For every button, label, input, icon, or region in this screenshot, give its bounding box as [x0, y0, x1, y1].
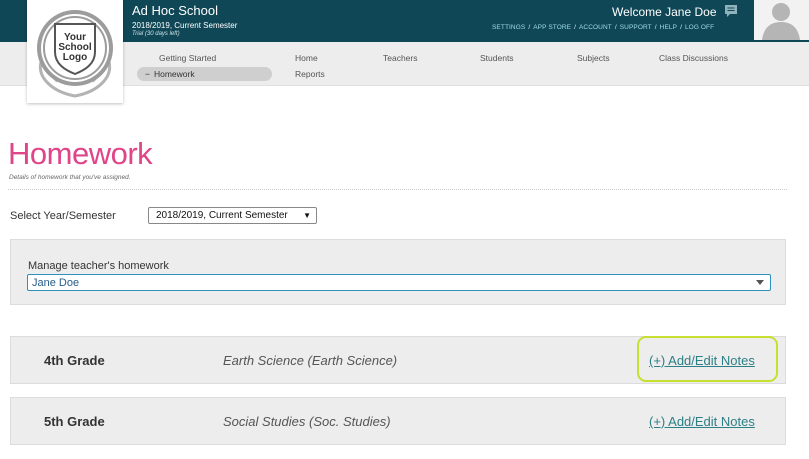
title-divider: [8, 189, 787, 190]
trial-notice: Trial (30 days left): [132, 31, 180, 37]
year-semester-label: Select Year/Semester: [10, 210, 116, 222]
school-name[interactable]: Ad Hoc School: [132, 3, 218, 18]
nav-homework-label: Homework: [153, 69, 195, 79]
chevron-down-icon: [756, 280, 764, 285]
nav-class-discussions[interactable]: Class Discussions: [659, 53, 728, 63]
minus-icon: −: [145, 69, 150, 79]
nav-getting-started[interactable]: Getting Started: [159, 53, 216, 63]
nav-students[interactable]: Students: [480, 53, 514, 63]
manage-teacher-label: Manage teacher's homework: [28, 260, 169, 272]
avatar[interactable]: [754, 0, 809, 40]
support-link[interactable]: SUPPORT: [620, 24, 652, 31]
nav-reports[interactable]: Reports: [295, 69, 325, 79]
school-logo-crest-icon: Your School Logo: [37, 10, 113, 98]
top-links: SETTINGS / APP STORE / ACCOUNT / SUPPORT / HELP /…: [492, 24, 715, 31]
grade-row: 5th Grade Social Studies (Soc. Studies) …: [10, 397, 786, 445]
nav-subjects[interactable]: Subjects: [577, 53, 610, 63]
dropdown-arrow-icon: ▼: [303, 211, 311, 220]
grade-name: 4th Grade: [44, 353, 105, 368]
teacher-select[interactable]: Jane Doe: [27, 274, 771, 291]
app-store-link[interactable]: APP STORE: [533, 24, 571, 31]
log-off-link[interactable]: LOG OFF: [685, 24, 714, 31]
year-semester-value: 2018/2019, Current Semester: [156, 210, 288, 221]
manage-teacher-panel: Manage teacher's homework Jane Doe: [10, 239, 786, 305]
nav-homework[interactable]: − Homework: [137, 67, 272, 81]
subject-name: Social Studies (Soc. Studies): [223, 414, 391, 429]
subject-name: Earth Science (Earth Science): [223, 353, 398, 368]
add-edit-notes-link[interactable]: (+) Add/Edit Notes: [649, 414, 755, 429]
grade-name: 5th Grade: [44, 414, 105, 429]
page-title: Homework: [8, 136, 153, 171]
nav-teachers[interactable]: Teachers: [383, 53, 418, 63]
highlight-callout: [637, 336, 778, 382]
page-subtitle: Details of homework that you've assigned…: [9, 174, 131, 181]
logo-text-line-3: Logo: [63, 52, 87, 63]
school-logo[interactable]: Your School Logo: [27, 0, 123, 103]
nav-home[interactable]: Home: [295, 53, 318, 63]
help-link[interactable]: HELP: [660, 24, 677, 31]
account-link[interactable]: ACCOUNT: [579, 24, 612, 31]
current-semester: 2018/2019, Current Semester: [132, 21, 238, 30]
teacher-select-value: Jane Doe: [32, 277, 80, 289]
settings-link[interactable]: SETTINGS: [492, 24, 525, 31]
chat-icon[interactable]: [724, 4, 738, 18]
year-semester-select[interactable]: 2018/2019, Current Semester ▼: [148, 207, 317, 224]
welcome-message: Welcome Jane Doe: [612, 5, 717, 19]
user-silhouette-icon: [762, 3, 800, 40]
